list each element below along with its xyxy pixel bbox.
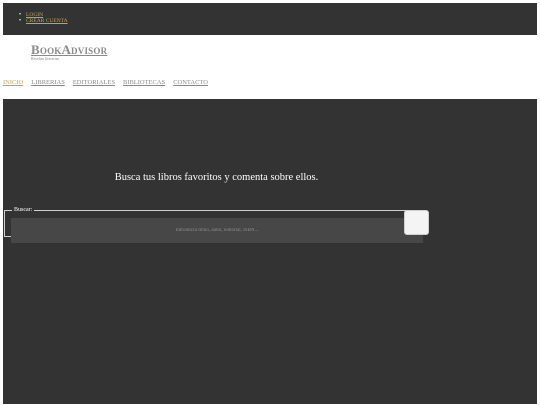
search-button[interactable] [404,210,429,235]
nav-item-editoriales[interactable]: EDITORIALES [73,79,115,89]
search-legend: Buscar: [14,207,33,213]
account-links: • LOGIN • CREAR CUENTA [19,12,68,24]
site-tagline: Reseñas literarias [31,56,60,61]
nav-item-inicio[interactable]: INICIO [3,79,23,89]
create-account-link[interactable]: CREAR CUENTA [26,18,68,24]
nav-item-bibliotecas[interactable]: BIBLIOTECAS [123,79,165,89]
nav-item-contacto[interactable]: CONTACTO [173,79,208,89]
account-link-item: • CREAR CUENTA [19,18,68,24]
bullet-icon: • [19,18,22,24]
search-input[interactable] [11,218,423,243]
main-nav: INICIO LIBRERIAS EDITORIALES BIBLIOTECAS… [3,79,208,89]
hero-title: Busca tus libros favoritos y comenta sob… [114,172,319,183]
top-bar: • LOGIN • CREAR CUENTA [3,3,537,35]
nav-item-librerias[interactable]: LIBRERIAS [31,79,65,89]
hero-section: Busca tus libros favoritos y comenta sob… [3,99,537,404]
